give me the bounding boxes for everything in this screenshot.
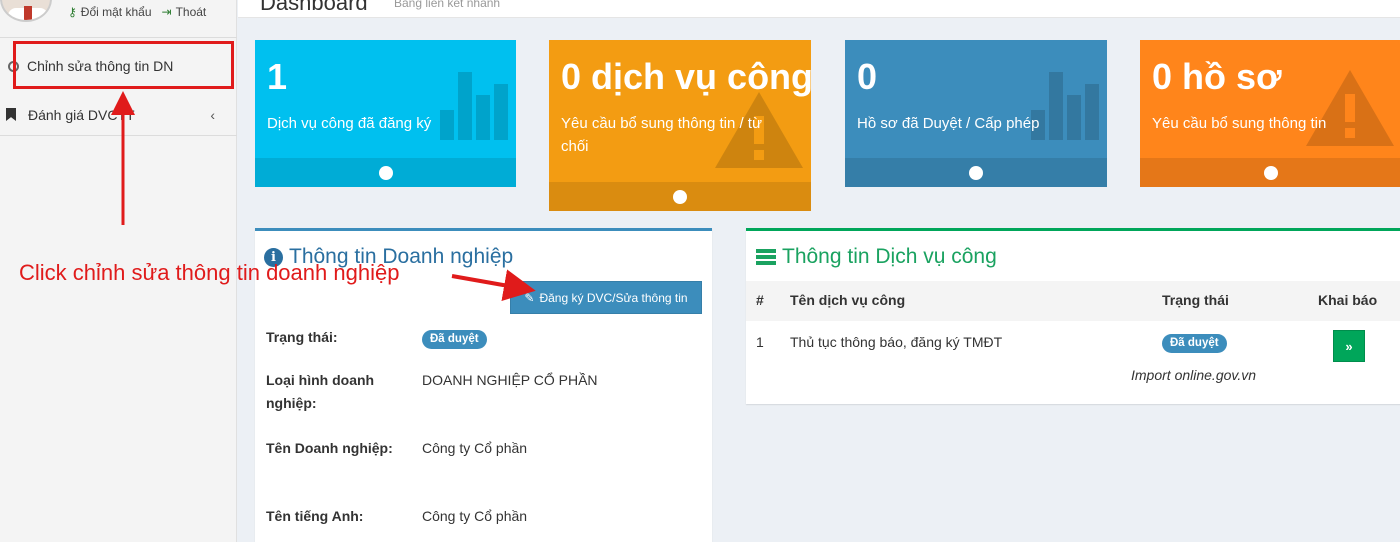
info-box-number: 0 dịch vụ công [561,56,811,97]
service-panel-title-text: Thông tin Dịch vụ công [782,245,997,268]
status-badge: Đã duyệt [1162,334,1227,353]
info-box-more-link[interactable]: ➔ [1140,158,1400,187]
info-box-number: 1 [267,56,288,97]
sidebar-item-review[interactable]: Đánh giá DVCTT ‹ [0,94,237,136]
info-box-services-need-info: 0 dịch vụ công Yêu cầu bổ sung thông tin… [549,40,811,211]
list-icon [756,248,776,266]
info-box-more-link[interactable]: ➔ [549,182,811,211]
status-badge: Đã duyệt [422,330,487,349]
column-header: Trạng thái [1162,292,1229,308]
field-value: Công ty Cổ phần [422,440,528,456]
service-info-panel: Thông tin Dịch vụ công # Tên dịch vụ côn… [746,228,1400,404]
column-header: Khai báo [1318,292,1378,308]
arrow-circle-right-icon: ➔ [673,189,687,204]
info-box-text: Dịch vụ công đã đăng ký [267,115,432,132]
edit-icon: ✎ [524,290,535,305]
change-password-link[interactable]: ⚷ Đổi mật khẩu [68,5,152,19]
page-title: Dashboard [260,0,368,15]
field-label: Tên Doanh nghiệp: [266,440,393,456]
service-name: Thủ tục thông báo, đăng ký TMĐT [790,334,1003,350]
double-chevron-right-icon: » [1345,338,1353,354]
info-box-text: Yêu cầu bổ sung thông tin [1152,115,1327,132]
field-value: DOANH NGHIỆP CỔ PHẦN [422,372,598,388]
arrow-circle-right-icon: ➔ [1264,165,1278,180]
info-box-text: Yêu cầu bổ sung thông tin / từ chối [561,115,763,155]
column-header: Tên dịch vụ công [790,292,906,308]
logout-label: Thoát [175,5,207,19]
arrow-circle-right-icon: ➔ [969,165,983,180]
info-box-more-link[interactable]: ➔ [845,158,1107,187]
edit-company-button[interactable]: ✎ Đăng ký DVC/Sửa thông tin [510,281,702,314]
key-icon: ⚷ [68,5,77,19]
field-label: Trạng thái: [266,329,338,345]
service-source: Import online.gov.vn [1131,367,1257,383]
service-panel-title: Thông tin Dịch vụ công [756,245,997,269]
sign-out-icon: ⇥ [161,5,172,19]
info-box-more-link[interactable]: ➔ [255,158,516,187]
chevron-left-icon: ‹ [210,106,215,123]
sidebar-item-label: Đánh giá DVCTT [28,106,135,123]
annotation-highlight-box [13,41,234,89]
info-box-registered-services: 1 Dịch vụ công đã đăng ký ➔ [255,40,516,187]
declare-button[interactable]: » [1333,330,1365,362]
logout-link[interactable]: ⇥ Thoát [162,5,207,19]
field-value: Công ty Cổ phần [422,508,528,524]
page-subtitle: Bảng liên kết nhanh [394,0,501,10]
avatar [0,0,52,22]
info-box-records-need-info: 0 hồ sơ Yêu cầu bổ sung thông tin ➔ [1140,40,1400,187]
row-index: 1 [756,334,764,350]
info-box-approved-records: 0 Hồ sơ đã Duyệt / Cấp phép ➔ [845,40,1107,187]
change-password-label: Đổi mật khẩu [80,5,152,19]
field-value-wrap: Đã duyệt [422,326,702,349]
table-row: 1 Thủ tục thông báo, đăng ký TMĐT Đã duy… [746,321,1400,405]
page-header: Dashboard Bảng liên kết nhanh [238,0,1400,18]
info-box-text: Hồ sơ đã Duyệt / Cấp phép [857,115,1040,132]
edit-company-button-label: Đăng ký DVC/Sửa thông tin [539,290,688,305]
annotation-text: Click chỉnh sửa thông tin doanh nghiệp [19,260,400,285]
bookmark-icon [6,108,16,121]
column-header: # [756,292,764,308]
field-label: Loại hình doanh nghiệp: [266,372,375,411]
field-label: Tên tiếng Anh: [266,508,364,524]
user-panel: ⚷ Đổi mật khẩu ⇥ Thoát [0,0,237,38]
info-box-number: 0 [857,56,878,97]
arrow-circle-right-icon: ➔ [378,165,393,180]
user-links: ⚷ Đổi mật khẩu ⇥ Thoát [68,5,206,19]
info-box-number: 0 hồ sơ [1152,56,1282,97]
warning-icon [1306,70,1394,146]
service-table-header: # Tên dịch vụ công Trạng thái Khai báo [746,281,1400,321]
avatar-tie [24,6,32,20]
